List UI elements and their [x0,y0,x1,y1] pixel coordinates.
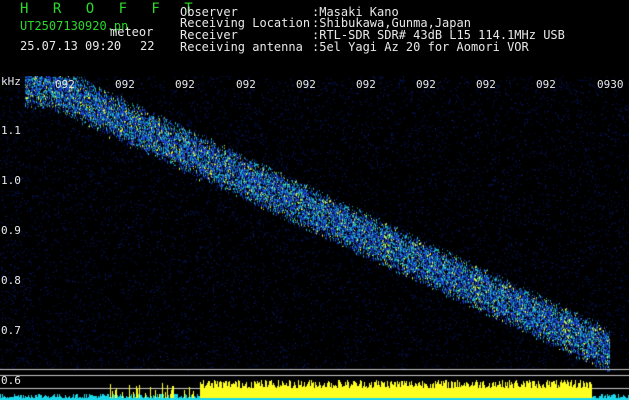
x-tick-label: 092 [416,78,436,91]
antenna-value: :5el Yagi Az 20 for Aomori VOR [312,40,529,54]
y-tick-label: 0.6 [1,374,21,387]
y-tick-label: 0.9 [1,224,21,237]
x-tick-label: 092 [115,78,135,91]
y-tick-label: 1.0 [1,174,21,187]
x-tick-label: 092 [356,78,376,91]
mode-label: meteor [110,25,154,39]
count-label: 22 [140,39,155,53]
x-tick-label: 092 [175,78,195,91]
datetime-label: 25.07.13 09:20 [20,39,122,53]
y-tick-label: 1.1 [1,124,21,137]
x-tick-label: 092 [236,78,256,91]
x-tick-label: 092 [296,78,316,91]
x-tick-label: 092 [55,78,75,91]
spectrogram-canvas [0,76,629,400]
antenna-label: Receiving antenna [180,40,303,54]
x-tick-label: 092 [476,78,496,91]
app-title: H R O F F T [20,1,201,17]
y-tick-label: 0.8 [1,274,21,287]
x-tick-label: 0930 [597,78,624,91]
header-panel: H R O F F T UT2507130920.pn meteor 25.07… [0,0,629,76]
y-unit-label: kHz [1,75,21,88]
x-tick-label: 092 [536,78,556,91]
y-tick-label: 0.7 [1,324,21,337]
